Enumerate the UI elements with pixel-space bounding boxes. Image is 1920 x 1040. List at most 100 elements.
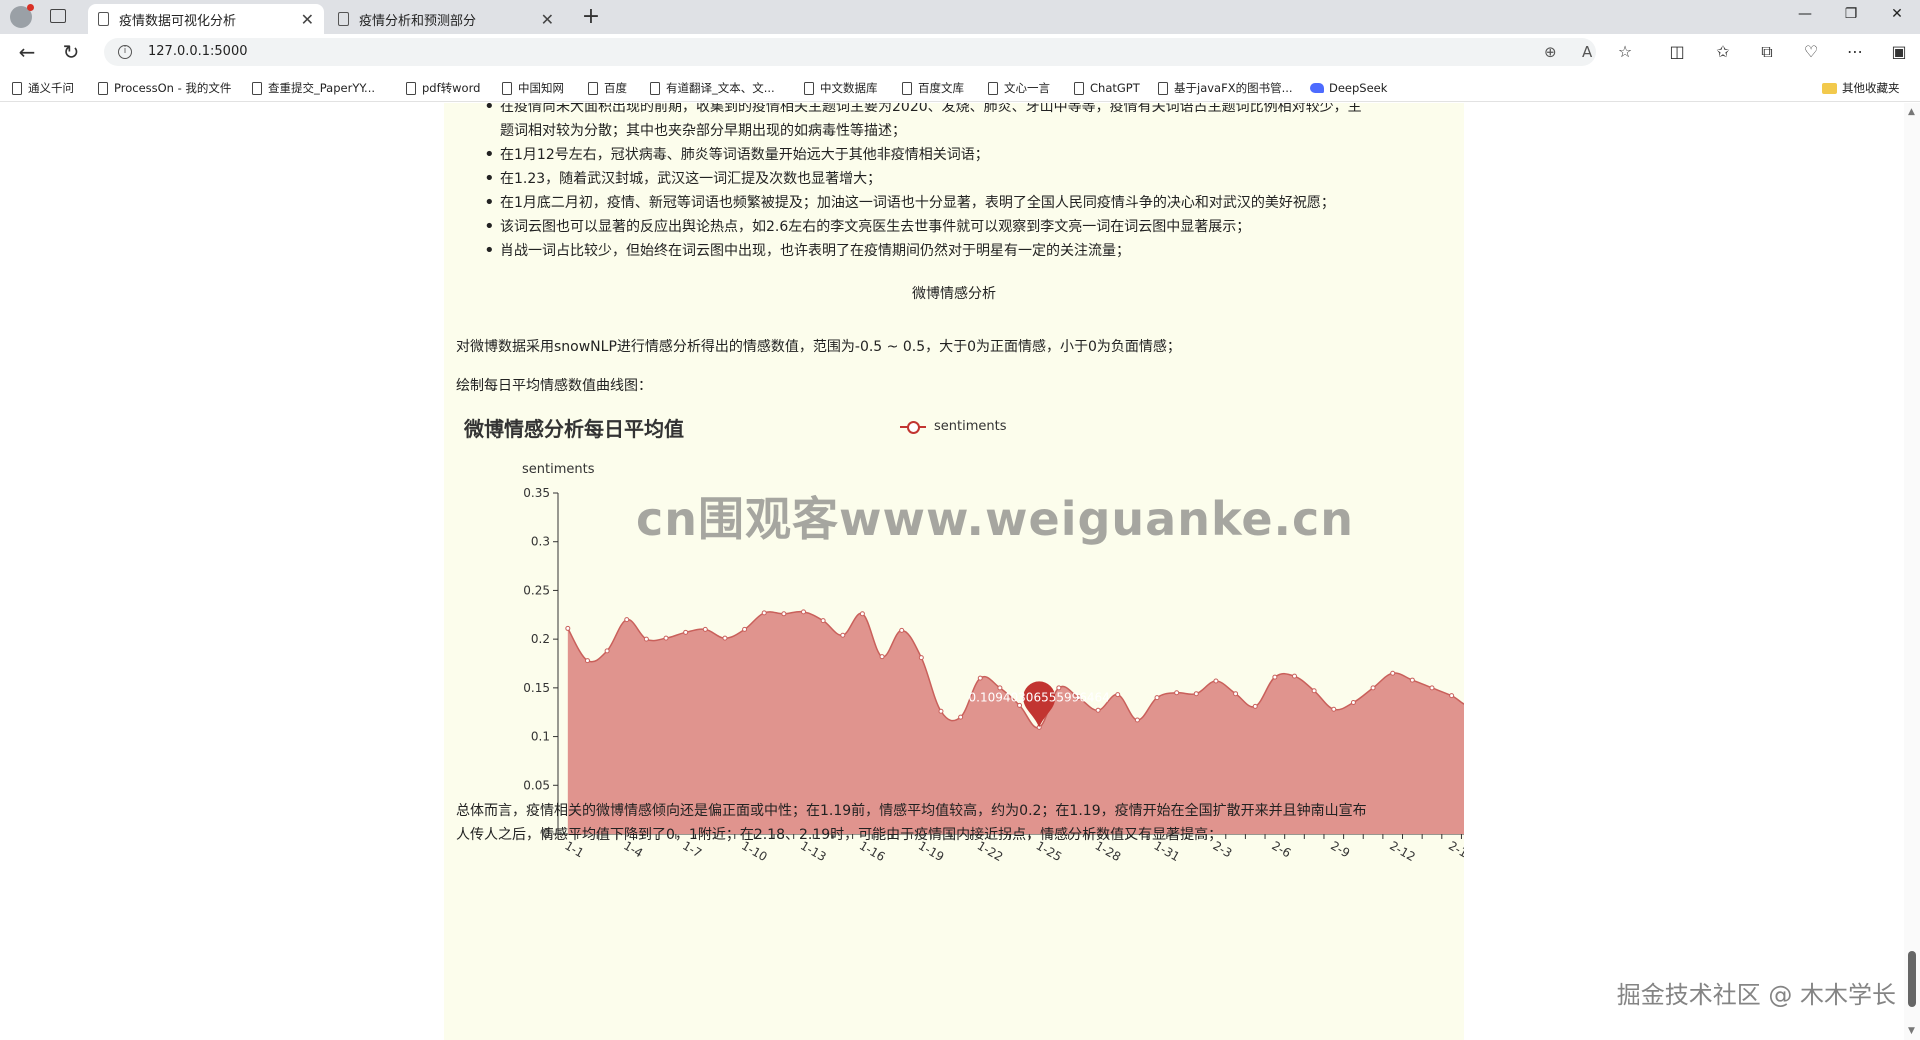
new-tab-button[interactable]: + <box>578 4 604 30</box>
page-icon <box>902 81 912 95</box>
data-point <box>1390 670 1396 676</box>
list-item: 在疫情尚未大面积出现的前期，收集到的疫情相关主题词主要为2020、发烧、肺炎、牙… <box>484 103 1440 143</box>
data-point <box>879 654 885 660</box>
data-point <box>643 636 649 642</box>
data-point <box>1370 685 1376 691</box>
data-point <box>958 714 964 720</box>
bookmark-item[interactable]: 查重提交_PaperYY... <box>252 79 375 97</box>
data-point <box>1409 677 1415 683</box>
page-icon <box>1158 81 1168 95</box>
data-point <box>1233 691 1239 697</box>
data-point <box>1115 692 1121 698</box>
bookmark-item[interactable]: 中文数据库 <box>804 79 878 97</box>
page-icon <box>12 81 22 95</box>
bookmark-item[interactable]: 基于javaFX的图书管... <box>1158 79 1293 97</box>
read-aloud-icon[interactable]: A <box>1582 43 1592 61</box>
other-bookmarks-folder[interactable]: 其他收藏夹 <box>1822 79 1900 97</box>
close-tab-icon[interactable]: ✕ <box>301 10 314 29</box>
data-point <box>742 626 748 632</box>
chart-intro-paragraph: 绘制每日平均情感数值曲线图： <box>456 378 652 394</box>
page-icon <box>252 81 262 95</box>
data-point <box>584 658 590 664</box>
data-point <box>604 648 610 654</box>
data-point <box>1429 685 1435 691</box>
list-item: 在1.23，随着武汉封城，武汉这一词汇提及次数也显著增大； <box>484 167 1440 191</box>
chart-area-group <box>567 610 1464 834</box>
address-bar[interactable]: i 127.0.0.1:5000 ⊕ A <box>104 38 1596 66</box>
data-point <box>1213 678 1219 684</box>
bookmark-item[interactable]: 中国知网 <box>502 79 564 97</box>
tab-actions-icon[interactable] <box>50 9 66 23</box>
y-tick-label: 0.05 <box>523 778 550 792</box>
data-point <box>801 609 806 615</box>
vertical-scrollbar[interactable]: ▲ ▼ <box>1904 103 1920 1040</box>
tab-inactive[interactable]: 疫情分析和预测部分 ✕ <box>328 4 564 34</box>
data-point <box>938 708 944 714</box>
tab-active[interactable]: 疫情数据可视化分析 ✕ <box>88 4 324 34</box>
data-point <box>663 635 669 641</box>
favorites-icon[interactable]: ✩ <box>1712 42 1734 61</box>
legend-line-icon <box>900 420 926 434</box>
minimize-button[interactable]: — <box>1782 6 1828 28</box>
zoom-icon[interactable]: ⊕ <box>1544 43 1557 61</box>
x-tick-label: 2-6 <box>1269 838 1293 860</box>
profile-avatar-icon[interactable] <box>10 4 34 28</box>
corner-watermark: 掘金技术社区 @ 木木学长 <box>1616 981 1896 1009</box>
bookmark-item[interactable]: ProcessOn - 我的文件 <box>98 79 231 97</box>
x-tick-label: 2-12 <box>1387 838 1418 864</box>
close-tab-icon[interactable]: ✕ <box>541 10 554 29</box>
page-icon <box>988 81 998 95</box>
y-tick-label: 0.25 <box>523 583 550 597</box>
page-icon <box>588 81 598 95</box>
collections-icon[interactable]: ⧉ <box>1756 42 1778 62</box>
list-item: 肖战一词占比较少，但始终在词云图中出现，也许表明了在疫情期间仍然对于明星有一定的… <box>484 239 1440 263</box>
data-point <box>1331 706 1337 712</box>
back-arrow-icon[interactable]: ← <box>14 40 40 64</box>
data-point <box>1449 693 1455 699</box>
refresh-icon[interactable]: ↻ <box>58 40 84 64</box>
more-menu-icon[interactable]: ⋯ <box>1844 42 1866 61</box>
bookmark-item[interactable]: 有道翻译_文本、文... <box>650 79 775 97</box>
conclusion-paragraph-line1: 总体而言，疫情相关的微博情感倾向还是偏正面或中性；在1.19前，情感平均值较高，… <box>456 803 1367 819</box>
bookmark-item[interactable]: 文心一言 <box>988 79 1050 97</box>
tab-title: 疫情数据可视化分析 <box>119 13 237 29</box>
bookmark-item[interactable]: 百度文库 <box>902 79 964 97</box>
site-info-icon[interactable]: i <box>118 45 132 59</box>
data-point <box>1311 688 1317 694</box>
data-point <box>702 626 708 632</box>
data-point <box>1095 707 1101 713</box>
y-tick-label: 0.35 <box>523 486 550 500</box>
bookmark-item[interactable]: DeepSeek <box>1310 79 1387 97</box>
tab-title: 疫情分析和预测部分 <box>359 13 477 29</box>
data-point <box>722 635 728 641</box>
bookmark-item[interactable]: ChatGPT <box>1074 79 1140 97</box>
data-point <box>1193 691 1199 697</box>
page-icon <box>804 81 814 95</box>
bookmark-item[interactable]: pdf转word <box>406 79 480 97</box>
data-point <box>1056 685 1062 691</box>
data-point <box>565 625 571 631</box>
restore-button[interactable]: ❐ <box>1828 6 1874 28</box>
sidebar-icon[interactable]: ▣ <box>1888 42 1910 61</box>
scroll-down-icon[interactable]: ▼ <box>1908 1026 1915 1036</box>
scrollbar-thumb[interactable] <box>1908 951 1916 1007</box>
browser-essentials-icon[interactable]: ♡ <box>1800 42 1822 61</box>
data-point <box>899 627 905 633</box>
address-url[interactable]: 127.0.0.1:5000 <box>148 44 248 59</box>
y-tick-label: 0.1 <box>531 730 550 744</box>
y-tick-label: 0.3 <box>531 535 550 549</box>
page-icon <box>98 81 108 95</box>
page-icon <box>1074 81 1084 95</box>
data-point <box>1350 699 1356 705</box>
favorite-star-icon[interactable]: ☆ <box>1614 42 1636 61</box>
bookmark-item[interactable]: 通义千问 <box>12 79 74 97</box>
bookmark-item[interactable]: 百度 <box>588 79 627 97</box>
x-tick-label: 2-15 <box>1446 838 1464 864</box>
split-screen-icon[interactable]: ◫ <box>1666 42 1688 61</box>
x-tick-label: 2-9 <box>1328 838 1352 860</box>
page-icon <box>502 81 512 95</box>
scroll-up-icon[interactable]: ▲ <box>1908 107 1915 117</box>
chart-legend[interactable]: sentiments <box>900 419 1007 434</box>
list-item: 在1月底二月初，疫情、新冠等词语也频繁被提及；加油这一词语也十分显著，表明了全国… <box>484 191 1440 215</box>
close-window-button[interactable]: ✕ <box>1874 6 1920 28</box>
